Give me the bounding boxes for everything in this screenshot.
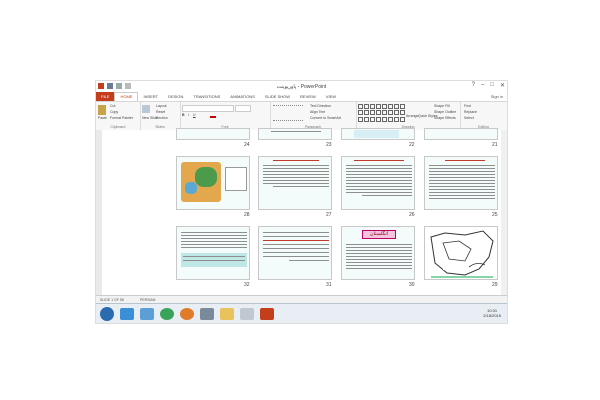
tab-slide-show[interactable]: SLIDE SHOW bbox=[260, 92, 295, 101]
align-text-button[interactable]: Align Text bbox=[310, 110, 325, 114]
font-size-dropdown[interactable] bbox=[235, 105, 251, 112]
ribbon-tabs: FILE HOME INSERT DESIGN TRANSITIONS ANIM… bbox=[96, 92, 507, 101]
powerpoint-taskbar-icon[interactable] bbox=[260, 308, 274, 320]
slide-number: 24 bbox=[244, 142, 250, 148]
tab-view[interactable]: VIEW bbox=[321, 92, 341, 101]
slide-thumbnail-25[interactable] bbox=[424, 156, 498, 210]
clipboard-label: Clipboard bbox=[110, 125, 126, 129]
slide-thumbnail-31[interactable] bbox=[258, 226, 332, 280]
slide-number: 28 bbox=[244, 212, 250, 218]
minimize-icon[interactable]: – bbox=[481, 82, 484, 89]
firefox-icon[interactable] bbox=[180, 308, 194, 320]
powerpoint-window: پاورپوینت - PowerPoint ? – □ ✕ FILE HOME… bbox=[95, 80, 508, 324]
slide-thumbnail-28[interactable] bbox=[176, 156, 250, 210]
slide-thumbnail-30[interactable]: انگلستان bbox=[341, 226, 415, 280]
find-button[interactable]: Find bbox=[464, 104, 471, 108]
slide-number: 32 bbox=[244, 282, 250, 288]
slide-number: 25 bbox=[492, 212, 498, 218]
select-button[interactable]: Select bbox=[464, 116, 474, 120]
system-clock: 10:31 2/18/2015 bbox=[483, 308, 501, 318]
paragraph-group: Text Direction Align Text Convert to Sma… bbox=[270, 102, 357, 130]
cut-button[interactable]: Cut bbox=[110, 104, 115, 108]
tab-review[interactable]: REVIEW bbox=[295, 92, 321, 101]
reset-button[interactable]: Reset bbox=[156, 110, 165, 114]
clipboard-group: Paste Cut Copy Format Painter Clipboard bbox=[96, 102, 141, 130]
shape-fill-button[interactable]: Shape Fill bbox=[434, 104, 450, 108]
slide-thumbnail-27[interactable] bbox=[258, 156, 332, 210]
slide-number: 22 bbox=[409, 142, 415, 148]
slides-label: Slides bbox=[155, 125, 165, 129]
tab-home[interactable]: HOME bbox=[114, 92, 139, 101]
text-direction-button[interactable]: Text Direction bbox=[310, 104, 331, 108]
tab-file[interactable]: FILE bbox=[96, 92, 115, 101]
convert-smartart-button[interactable]: Convert to SmartArt bbox=[310, 116, 341, 120]
internet-explorer-icon[interactable] bbox=[120, 308, 134, 320]
clock-date: 2/18/2015 bbox=[483, 313, 501, 318]
replace-button[interactable]: Replace bbox=[464, 110, 477, 114]
slides-group: New Slide Layout Reset Section Slides bbox=[140, 102, 181, 130]
slide-number: 29 bbox=[492, 282, 498, 288]
slide-number: 26 bbox=[409, 212, 415, 218]
bold-icon[interactable]: B bbox=[182, 113, 185, 117]
italic-icon[interactable]: I bbox=[188, 113, 189, 117]
maximize-icon[interactable]: □ bbox=[490, 82, 494, 89]
window-icon[interactable] bbox=[240, 308, 254, 320]
start-button-icon[interactable] bbox=[100, 307, 114, 321]
slide-thumbnail-32[interactable] bbox=[176, 226, 250, 280]
tab-insert[interactable]: INSERT bbox=[138, 92, 163, 101]
drawing-group: Arrange Quick Styles Shape Fill Shape Ou… bbox=[356, 102, 461, 130]
app-icon[interactable] bbox=[200, 308, 214, 320]
section-button[interactable]: Section bbox=[156, 116, 168, 120]
slide-number: 23 bbox=[326, 142, 332, 148]
title-bar: پاورپوینت - PowerPoint ? – □ ✕ bbox=[96, 81, 507, 92]
editing-group: Find Replace Select Editing bbox=[460, 102, 507, 130]
map-sketch-image bbox=[430, 230, 494, 278]
slide-count-status: SLIDE 1 OF 58 bbox=[100, 298, 124, 302]
slide-thumbnail-26[interactable] bbox=[341, 156, 415, 210]
slide-sorter-view: 24 23 22 21 28 27 26 25 انگلستان 32 31 3… bbox=[96, 128, 507, 314]
arrange-button[interactable]: Arrange bbox=[406, 114, 418, 118]
font-color-icon[interactable] bbox=[210, 116, 216, 118]
ribbon: Paste Cut Copy Format Painter Clipboard … bbox=[96, 101, 507, 131]
window-controls: ? – □ ✕ bbox=[472, 82, 505, 89]
font-group: B I U Font bbox=[180, 102, 271, 130]
vertical-scrollbar[interactable] bbox=[501, 130, 507, 314]
format-painter-button[interactable]: Format Painter bbox=[110, 116, 133, 120]
close-icon[interactable]: ✕ bbox=[500, 82, 505, 89]
shapes-gallery[interactable] bbox=[358, 104, 405, 122]
tab-design[interactable]: DESIGN bbox=[163, 92, 188, 101]
slide-number: 21 bbox=[492, 142, 498, 148]
paste-button[interactable]: Paste bbox=[98, 116, 107, 120]
slide-30-title: انگلستان bbox=[362, 230, 396, 239]
sign-in-link[interactable]: Sign in bbox=[491, 94, 503, 99]
font-name-dropdown[interactable] bbox=[182, 105, 234, 112]
copy-button[interactable]: Copy bbox=[110, 110, 118, 114]
tab-transitions[interactable]: TRANSITIONS bbox=[188, 92, 225, 101]
shape-effects-button[interactable]: Shape Effects bbox=[434, 116, 456, 120]
slide-thumbnail-23[interactable] bbox=[258, 128, 332, 140]
underline-icon[interactable]: U bbox=[193, 113, 196, 117]
shape-outline-button[interactable]: Shape Outline bbox=[434, 110, 456, 114]
language-status: PERSIAN bbox=[140, 298, 156, 302]
new-slide-icon[interactable] bbox=[142, 105, 150, 113]
windows-taskbar: 10:31 2/18/2015 bbox=[96, 303, 507, 323]
tab-animations[interactable]: ANIMATIONS bbox=[225, 92, 260, 101]
slide-number: 30 bbox=[409, 282, 415, 288]
folder-icon[interactable] bbox=[220, 308, 234, 320]
slide-number: 27 bbox=[326, 212, 332, 218]
list-align-icons[interactable] bbox=[273, 105, 303, 121]
slide-thumbnail-22[interactable] bbox=[341, 128, 415, 140]
paste-icon[interactable] bbox=[98, 105, 106, 115]
media-icon[interactable] bbox=[140, 308, 154, 320]
slide-thumbnail-29[interactable] bbox=[424, 226, 498, 280]
layout-button[interactable]: Layout bbox=[156, 104, 167, 108]
window-title: پاورپوینت - PowerPoint bbox=[276, 84, 327, 90]
chrome-icon[interactable] bbox=[160, 308, 174, 320]
help-icon[interactable]: ? bbox=[472, 82, 475, 89]
slide-thumbnail-24[interactable] bbox=[176, 128, 250, 140]
slide-thumbnail-21[interactable] bbox=[424, 128, 498, 140]
slide-number: 31 bbox=[326, 282, 332, 288]
left-edge-pane bbox=[96, 130, 102, 314]
